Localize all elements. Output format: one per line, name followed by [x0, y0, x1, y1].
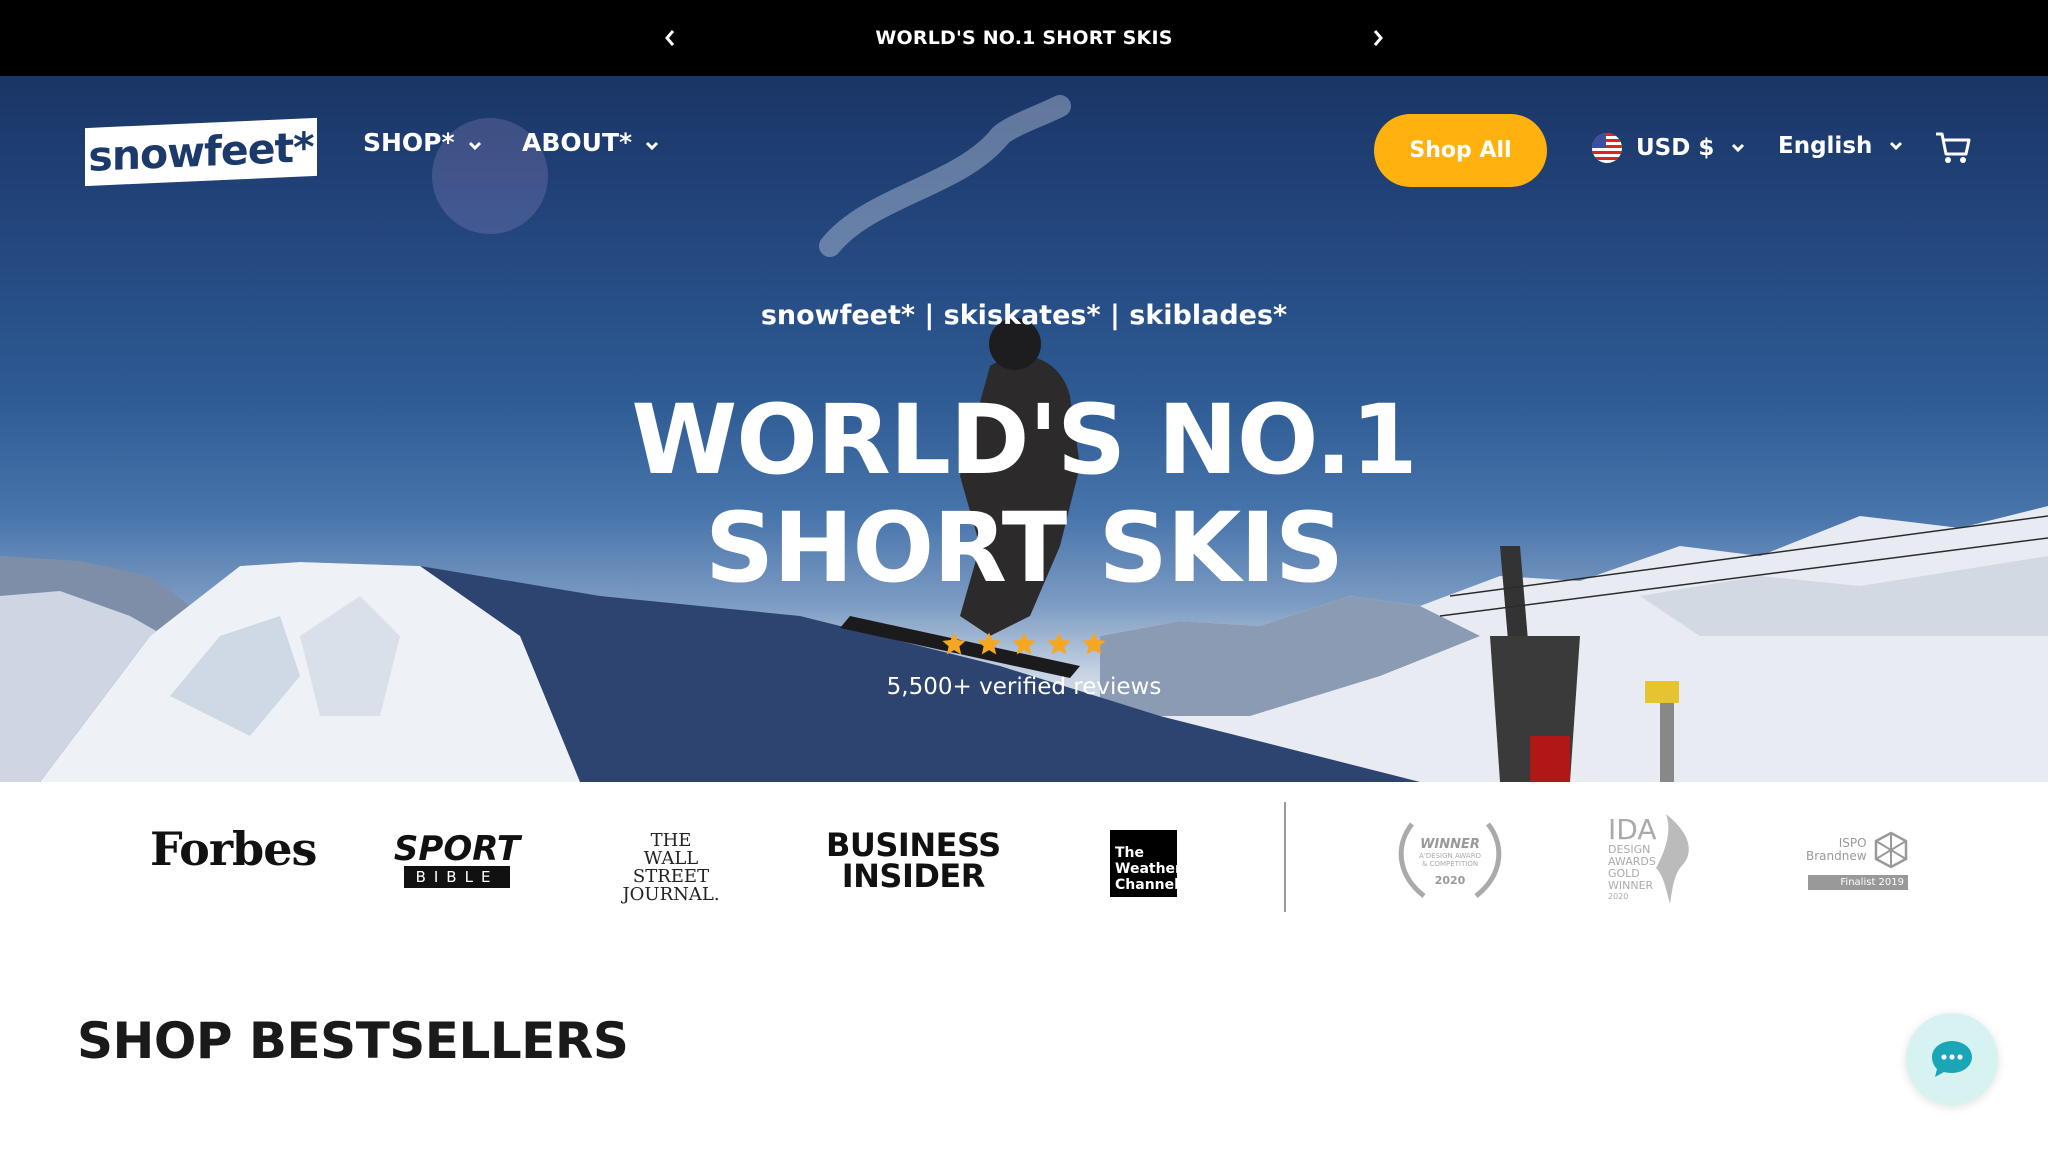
hero-title-line-2: SHORT SKIS: [705, 492, 1344, 604]
chevron-down-icon: [1890, 141, 1903, 151]
currency-label: USD $: [1636, 135, 1715, 161]
hero-title-line-1: WORLD'S NO.1: [631, 384, 1417, 496]
award3-line-1: ISPO: [1838, 835, 1867, 850]
award3-line-3: Finalist 2019: [1808, 874, 1908, 890]
business-insider-logo: BUSINESS INSIDER: [826, 829, 1001, 895]
hero-title: WORLD'S NO.1 SHORT SKIS: [0, 386, 2048, 602]
star-icon: [942, 632, 966, 655]
star-rating: [940, 630, 1108, 658]
award3-line-2: Brandnew: [1806, 848, 1867, 863]
press-logos: Forbes SPORT BIBLE THE WALL STREET JOURN…: [0, 782, 2048, 922]
hero-banner: snowfeet* SHOP* ABOUT* Shop All USD $ En…: [0, 76, 2048, 782]
announcement-prev-button[interactable]: [656, 24, 684, 52]
press-divider: [1284, 802, 1286, 912]
cart-button[interactable]: [1934, 130, 1972, 170]
bi-line-2: INSIDER: [841, 857, 986, 895]
chevron-left-icon: [665, 30, 675, 46]
award2-line-6: 2020: [1608, 892, 1629, 901]
logo-text: snowfeet*: [88, 123, 314, 181]
award2-line-1: IDA: [1608, 813, 1657, 846]
section-title: SHOP BESTSELLERS: [77, 1012, 629, 1070]
language-label: English: [1778, 133, 1873, 159]
weather-line-2: Weather: [1115, 861, 1182, 877]
weather-line-1: The: [1115, 845, 1145, 861]
hero-subtitle: snowfeet* | skiskates* | skiblades*: [760, 300, 1288, 331]
logo[interactable]: snowfeet*: [85, 117, 317, 187]
announcement-text: WORLD'S NO.1 SHORT SKIS: [875, 27, 1173, 49]
chevron-down-icon: [646, 141, 659, 150]
star-icon: [1082, 632, 1106, 655]
weather-channel-logo: The Weather Channel: [1110, 830, 1182, 897]
wsj-line-2: WALL STREET: [632, 848, 710, 887]
weather-line-3: Channel: [1115, 877, 1179, 893]
ida-award-logo: IDA DESIGN AWARDS GOLD WINNER 2020: [1606, 810, 1702, 906]
chevron-right-icon: [1373, 30, 1383, 46]
star-icon: [1047, 632, 1071, 655]
shop-all-button[interactable]: Shop All: [1374, 114, 1547, 187]
adesign-award-logo: WINNER A'DESIGN AWARD & COMPETITION 2020: [1390, 814, 1510, 904]
chat-button[interactable]: [1906, 1013, 1998, 1105]
chevron-down-icon: [468, 141, 481, 150]
announcement-bar: WORLD'S NO.1 SHORT SKIS: [0, 0, 2048, 76]
nav-about-label: ABOUT*: [522, 128, 633, 157]
forbes-logo: Forbes: [150, 822, 317, 876]
wsj-logo: THE WALL STREET JOURNAL.: [616, 832, 726, 904]
chevron-down-icon: [1732, 143, 1745, 153]
sport-bible-logo: SPORT BIBLE: [394, 832, 520, 888]
star-icon: [977, 632, 1001, 655]
sport-bible-top: SPORT: [393, 829, 521, 869]
cart-icon: [1936, 132, 1971, 163]
ispo-award-logo: ISPO Brandnew Finalist 2019: [1806, 818, 1910, 902]
currency-selector[interactable]: USD $: [1592, 133, 1746, 163]
nav-shop-label: SHOP*: [363, 128, 455, 157]
ispo-hexagon-icon: [1874, 831, 1908, 868]
announcement-next-button[interactable]: [1364, 24, 1392, 52]
star-icon: [1012, 632, 1036, 655]
us-flag-icon: [1592, 133, 1622, 163]
sport-bible-bottom: BIBLE: [404, 866, 510, 888]
nav-shop[interactable]: SHOP*: [363, 128, 483, 157]
language-selector[interactable]: English: [1778, 133, 1904, 159]
laurel-icon: [1398, 822, 1502, 898]
reviews-count: 5,500+ verified reviews: [886, 674, 1162, 700]
chat-icon: [1932, 1041, 1972, 1077]
nav-about[interactable]: ABOUT*: [522, 128, 660, 157]
award2-line-5: WINNER: [1608, 879, 1654, 892]
wsj-line-3: JOURNAL.: [622, 884, 720, 905]
